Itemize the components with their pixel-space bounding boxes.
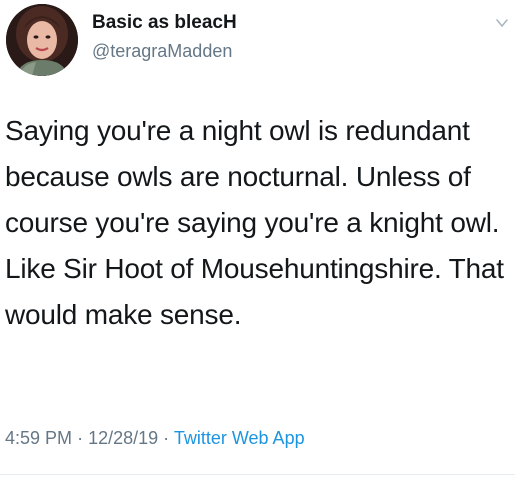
display-name[interactable]: Basic as bleacH <box>92 12 237 34</box>
avatar[interactable] <box>6 4 78 76</box>
tweet-metadata: 4:59 PM · 12/28/19 · Twitter Web App <box>5 428 305 449</box>
divider <box>0 474 515 475</box>
chevron-down-icon[interactable] <box>495 16 509 30</box>
tweet-card: Basic as bleacH @teragraMadden Saying yo… <box>0 0 515 478</box>
tweet-date[interactable]: 12/28/19 <box>88 428 158 448</box>
username-handle[interactable]: @teragraMadden <box>92 41 232 62</box>
meta-separator: · <box>77 428 84 448</box>
tweet-time[interactable]: 4:59 PM <box>5 428 72 448</box>
profile-photo-icon <box>6 4 78 76</box>
tweet-text: Saying you're a night owl is redundant b… <box>5 115 504 330</box>
tweet-source-link[interactable]: Twitter Web App <box>174 428 305 448</box>
meta-separator: · <box>163 428 170 448</box>
